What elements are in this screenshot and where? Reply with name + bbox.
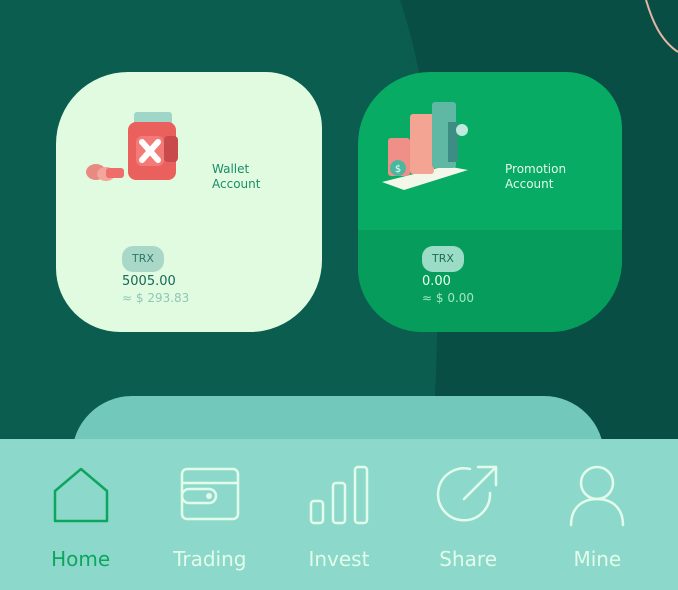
wallet-illustration-icon — [86, 112, 178, 181]
wallet-account-card[interactable]: Wallet Account TRX 5005.00 ≈ $ 293.83 — [56, 72, 322, 332]
wallet-balance-usd: ≈ $ 293.83 — [122, 291, 190, 305]
wallet-account-label: Wallet Account — [212, 162, 261, 191]
nav-label-share: Share — [439, 547, 498, 571]
bar-chart-icon — [309, 465, 369, 525]
user-icon — [570, 465, 625, 527]
wallet-currency-badge: TRX — [122, 246, 164, 272]
nav-item-trading[interactable]: Trading — [155, 463, 265, 571]
nav-label-mine: Mine — [573, 547, 622, 571]
nav-item-invest[interactable]: Invest — [284, 463, 394, 571]
wallet-balance-amount: 5005.00 — [122, 274, 176, 289]
promotion-account-card[interactable]: $ Promotion Account TRX 0.00 ≈ $ 0.00 — [358, 72, 622, 332]
promotion-balance-amount: 0.00 — [422, 274, 451, 289]
nav-label-invest: Invest — [308, 547, 370, 571]
svg-text:$: $ — [395, 164, 401, 175]
home-icon — [53, 467, 108, 523]
bottom-navigation-bar: Home Trading Invest Share Mine — [0, 439, 678, 590]
nav-label-home: Home — [51, 547, 111, 571]
share-arrow-icon — [436, 465, 498, 522]
promotion-illustration-icon: $ — [382, 102, 468, 190]
nav-item-home[interactable]: Home — [26, 463, 136, 571]
promo-card-lower-band — [358, 230, 622, 332]
nav-item-share[interactable]: Share — [413, 463, 523, 571]
wallet-icon — [180, 467, 240, 521]
nav-item-mine[interactable]: Mine — [542, 463, 652, 571]
promotion-currency-badge: TRX — [422, 246, 464, 272]
promotion-balance-usd: ≈ $ 0.00 — [422, 291, 475, 305]
promotion-account-label: Promotion Account — [505, 162, 567, 191]
nav-label-trading: Trading — [173, 547, 247, 571]
